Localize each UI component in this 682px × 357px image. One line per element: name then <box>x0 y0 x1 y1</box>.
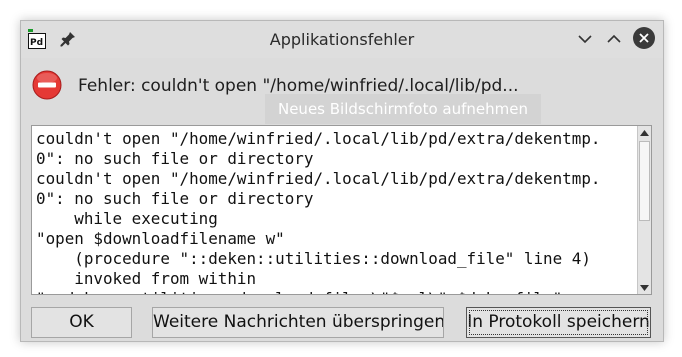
chevron-down-icon[interactable] <box>575 29 595 49</box>
error-details-text[interactable]: couldn't open "/home/winfried/.local/lib… <box>36 129 636 294</box>
vertical-scrollbar[interactable] <box>637 126 651 294</box>
scrollbar-thumb[interactable] <box>639 141 650 221</box>
error-icon <box>32 70 62 100</box>
save-to-log-button[interactable]: In Protokoll speichern <box>466 307 651 338</box>
scroll-up-arrow-icon[interactable] <box>638 126 651 139</box>
error-dialog: Pd Applikationsfehler Fehler: couldn't o… <box>20 20 664 342</box>
titlebar[interactable]: Pd Applikationsfehler <box>21 21 663 58</box>
error-details-textarea[interactable]: couldn't open "/home/winfried/.local/lib… <box>31 125 652 295</box>
chevron-up-icon[interactable] <box>604 29 624 49</box>
close-icon[interactable] <box>633 27 655 49</box>
scroll-down-arrow-icon[interactable] <box>638 281 651 294</box>
screenshot-tooltip: Neues Bildschirmfoto aufnehmen <box>265 94 541 124</box>
skip-messages-button[interactable]: Weitere Nachrichten überspringen <box>152 307 444 338</box>
ok-button[interactable]: OK <box>31 307 132 338</box>
error-headline: Fehler: couldn't open "/home/winfried/.l… <box>78 76 519 96</box>
window-title: Applikationsfehler <box>269 30 415 49</box>
